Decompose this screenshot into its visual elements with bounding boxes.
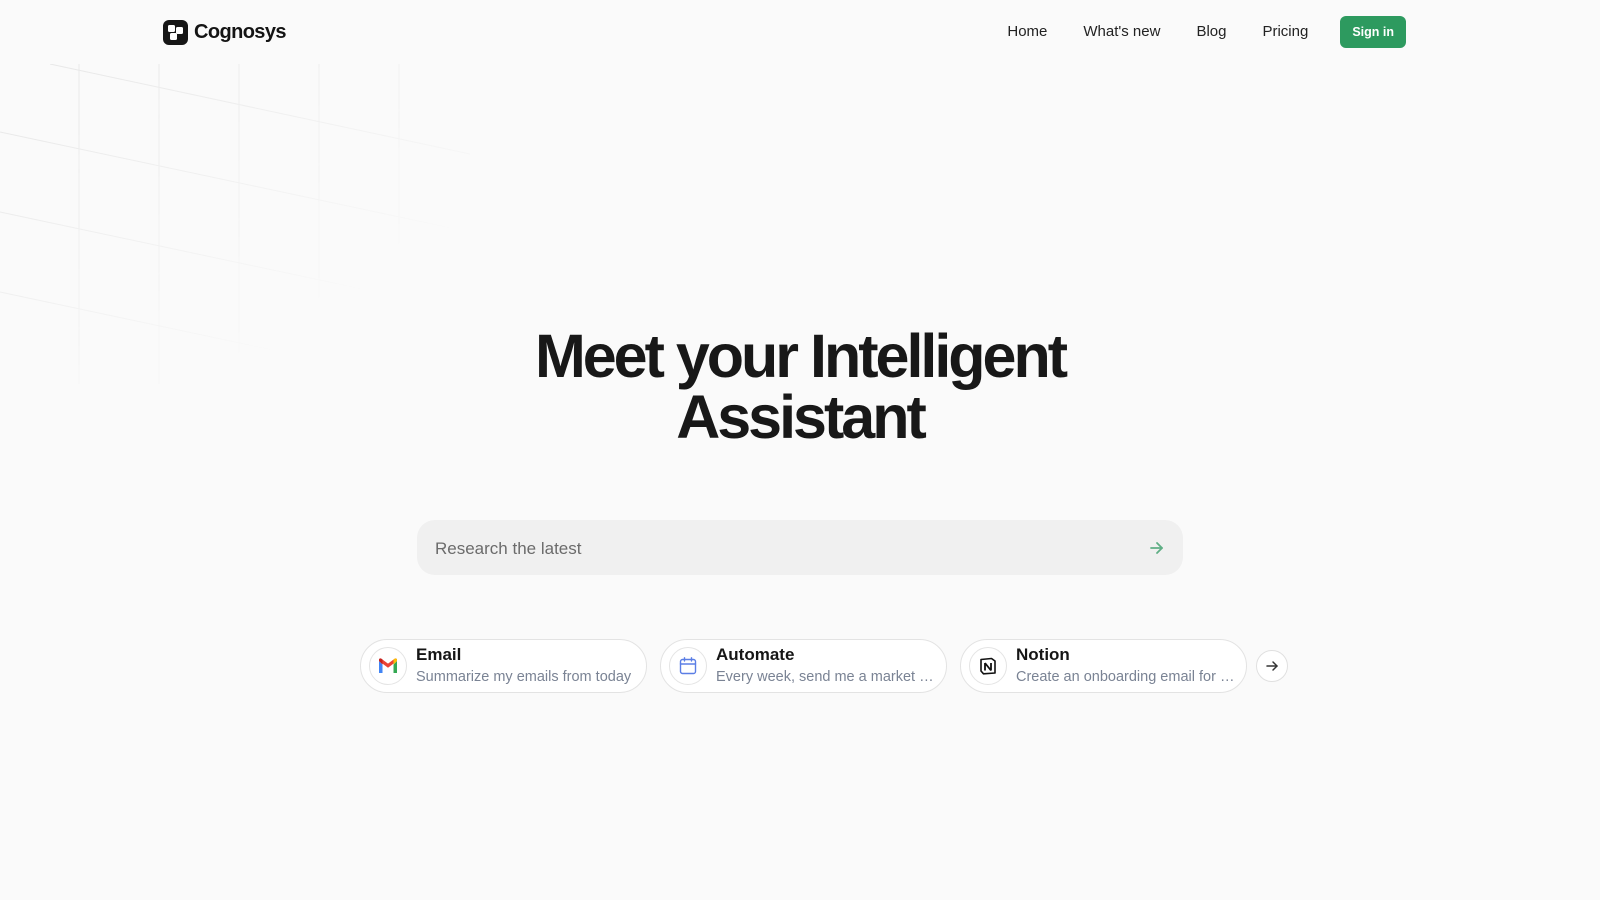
card-subtitle: Every week, send me a market update: [716, 669, 936, 685]
gmail-icon: [369, 647, 407, 685]
site-header: Cognosys Home What's new Blog Pricing Si…: [0, 0, 1600, 64]
arrow-right-icon: [1266, 661, 1278, 671]
nav-link-home[interactable]: Home: [1007, 16, 1047, 48]
main-nav: Home What's new Blog Pricing Sign in: [1007, 16, 1406, 48]
hero-title-line-1: Meet your Intelligent: [534, 322, 1068, 390]
hero-title-line-2: Assistant: [676, 383, 927, 451]
search-box: [417, 520, 1183, 577]
card-subtitle: Summarize my emails from today: [416, 669, 632, 685]
suggestion-card-automate[interactable]: Automate Every week, send me a market up…: [660, 639, 947, 693]
brand-logo[interactable]: Cognosys: [163, 20, 286, 45]
hero-title: Meet your Intelligent Assistant: [0, 326, 1600, 448]
nav-link-blog[interactable]: Blog: [1196, 16, 1226, 48]
sign-in-button[interactable]: Sign in: [1340, 16, 1406, 48]
brand-name: Cognosys: [194, 21, 286, 43]
next-suggestions-button[interactable]: [1256, 650, 1288, 682]
calendar-icon: [669, 647, 707, 685]
card-title: Automate: [716, 645, 795, 664]
card-title: Notion: [1016, 645, 1070, 664]
card-subtitle: Create an onboarding email for new hires: [1016, 669, 1236, 685]
notion-icon: [969, 647, 1007, 685]
cognosys-logo-icon: [163, 20, 188, 45]
search-input[interactable]: [433, 520, 1127, 577]
nav-link-pricing[interactable]: Pricing: [1262, 16, 1308, 48]
suggestion-card-notion[interactable]: Notion Create an onboarding email for ne…: [960, 639, 1247, 693]
arrow-right-icon: [1150, 542, 1163, 554]
suggestion-card-email[interactable]: Email Summarize my emails from today: [360, 639, 647, 693]
card-title: Email: [416, 645, 462, 664]
submit-button[interactable]: [1145, 536, 1169, 560]
nav-link-whats-new[interactable]: What's new: [1083, 16, 1160, 48]
